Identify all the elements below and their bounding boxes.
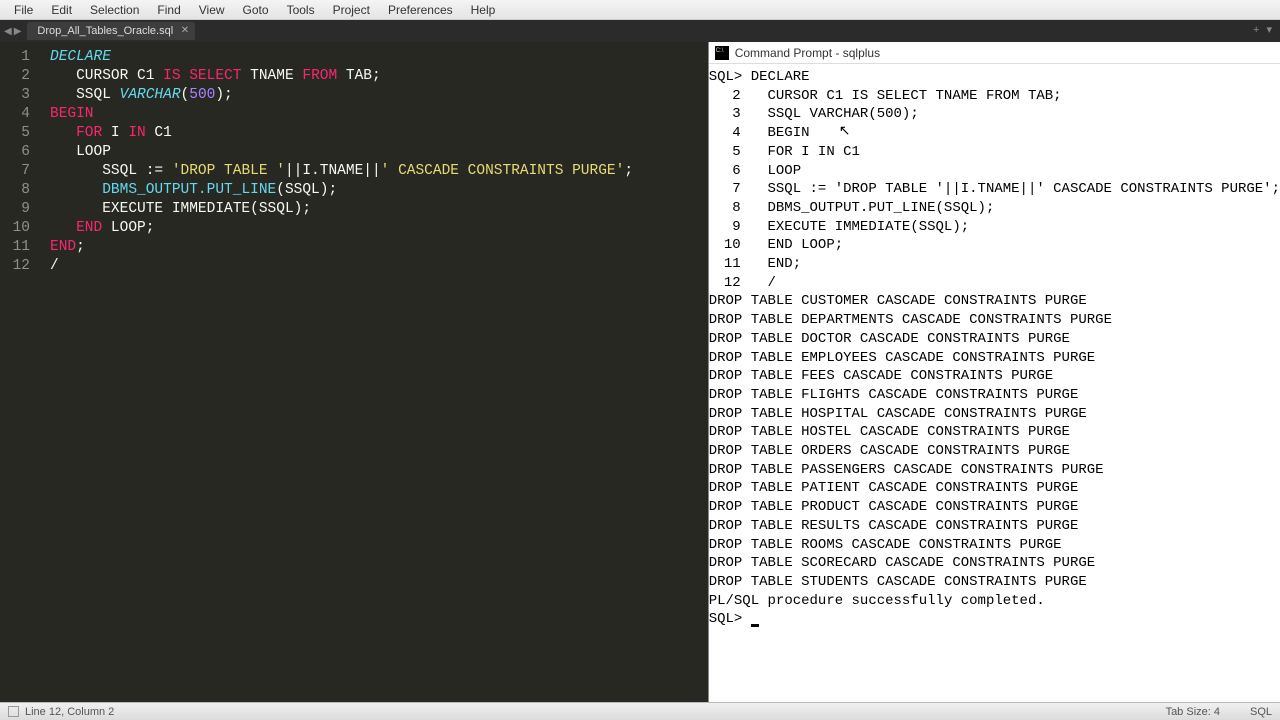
tab-bar: ◀ ▶ Drop_All_Tables_Oracle.sql ✕ + ▾ <box>0 20 1280 42</box>
status-tabsize[interactable]: Tab Size: 4 <box>1166 706 1220 718</box>
tab-label: Drop_All_Tables_Oracle.sql <box>37 25 173 37</box>
tab-file[interactable]: Drop_All_Tables_Oracle.sql ✕ <box>27 22 195 40</box>
cmd-output[interactable]: SQL> DECLARE2 CURSOR C1 IS SELECT TNAME … <box>709 64 1280 629</box>
status-bar: Line 12, Column 2 Tab Size: 4 SQL <box>0 702 1280 720</box>
status-position[interactable]: Line 12, Column 2 <box>25 706 114 718</box>
menu-item-help[interactable]: Help <box>463 1 504 19</box>
status-language[interactable]: SQL <box>1250 706 1272 718</box>
menu-item-project[interactable]: Project <box>325 1 378 19</box>
code-editor[interactable]: 123456789101112 DECLARE CURSOR C1 IS SEL… <box>0 42 708 702</box>
close-icon[interactable]: ✕ <box>181 25 189 36</box>
cmd-icon <box>715 46 729 60</box>
cursor-icon: ↖ <box>839 122 851 139</box>
nav-back-icon[interactable]: ◀ <box>4 26 12 37</box>
menu-item-edit[interactable]: Edit <box>43 1 80 19</box>
tab-overflow-controls[interactable]: + ▾ <box>1253 23 1274 36</box>
nav-forward-icon[interactable]: ▶ <box>14 26 22 37</box>
tab-nav-arrows: ◀ ▶ <box>4 26 21 37</box>
code-area[interactable]: DECLARE CURSOR C1 IS SELECT TNAME FROM T… <box>40 42 708 702</box>
menu-item-find[interactable]: Find <box>149 1 188 19</box>
menu-item-tools[interactable]: Tools <box>279 1 323 19</box>
line-gutter: 123456789101112 <box>0 42 40 702</box>
menu-item-view[interactable]: View <box>191 1 233 19</box>
workspace: 123456789101112 DECLARE CURSOR C1 IS SEL… <box>0 42 1280 702</box>
panel-toggle-icon[interactable] <box>8 706 19 717</box>
menu-item-selection[interactable]: Selection <box>82 1 147 19</box>
menu-item-goto[interactable]: Goto <box>235 1 277 19</box>
menu-bar: FileEditSelectionFindViewGotoToolsProjec… <box>0 0 1280 20</box>
cmd-titlebar[interactable]: Command Prompt - sqlplus <box>709 42 1280 64</box>
cmd-title-text: Command Prompt - sqlplus <box>735 46 880 60</box>
menu-item-file[interactable]: File <box>6 1 41 19</box>
menu-item-preferences[interactable]: Preferences <box>380 1 461 19</box>
command-prompt-window: Command Prompt - sqlplus SQL> DECLARE2 C… <box>708 42 1280 702</box>
